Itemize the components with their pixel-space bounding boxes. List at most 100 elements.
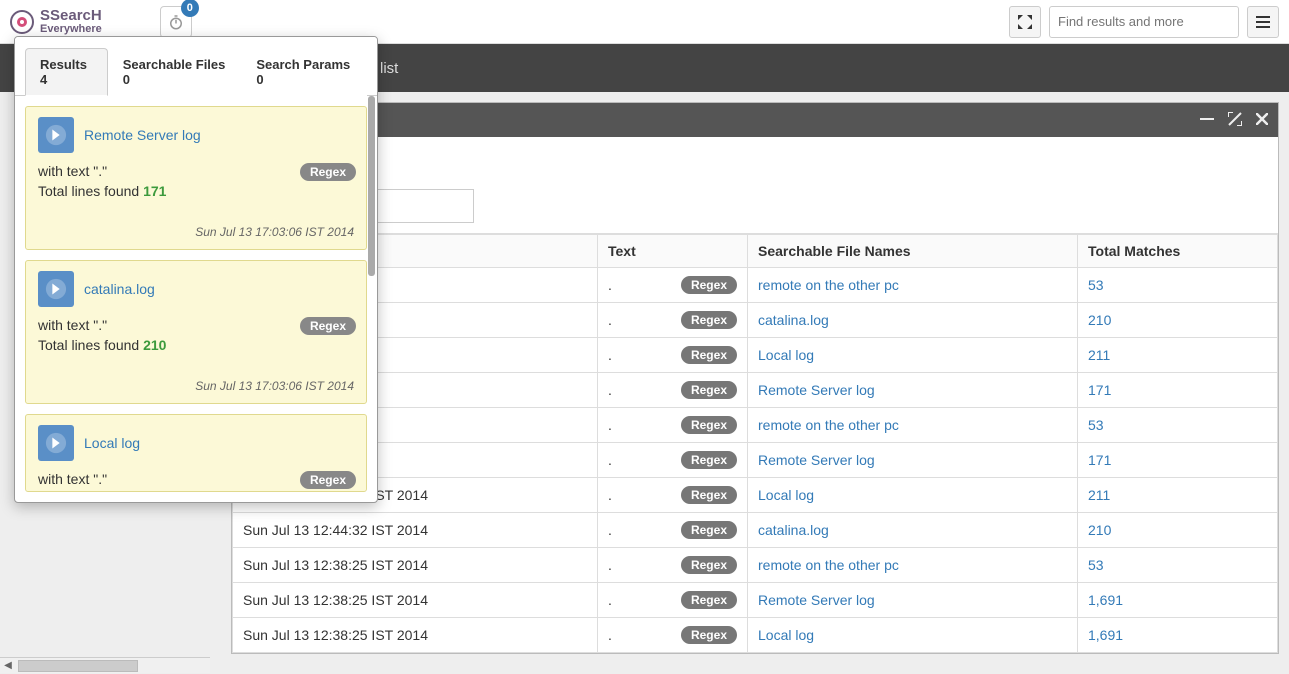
col-text[interactable]: Text bbox=[598, 235, 748, 268]
matches-link[interactable]: 171 bbox=[1088, 382, 1111, 398]
cell-file: remote on the other pc bbox=[748, 408, 1078, 443]
file-link[interactable]: catalina.log bbox=[758, 522, 829, 538]
menu-button[interactable] bbox=[1247, 6, 1279, 38]
results-panel: Filter results Text Searchable File Name… bbox=[231, 102, 1279, 654]
table-row[interactable]: 2014.Regexremote on the other pc53 bbox=[233, 408, 1278, 443]
table-row[interactable]: 2014.Regexremote on the other pc53 bbox=[233, 268, 1278, 303]
search-input[interactable] bbox=[1058, 14, 1234, 29]
cell-text: .Regex bbox=[598, 303, 748, 338]
result-title[interactable]: catalina.log bbox=[84, 281, 155, 297]
file-link[interactable]: Remote Server log bbox=[758, 452, 875, 468]
table-row[interactable]: Sun Jul 13 12:38:25 IST 2014.Regexremote… bbox=[233, 548, 1278, 583]
cell-text: .Regex bbox=[598, 408, 748, 443]
arrow-right-circle-icon bbox=[38, 117, 74, 153]
cell-file: Remote Server log bbox=[748, 443, 1078, 478]
maximize-button[interactable] bbox=[1228, 112, 1242, 129]
cell-text: .Regex bbox=[598, 338, 748, 373]
header-search[interactable] bbox=[1049, 6, 1239, 38]
matches-link[interactable]: 53 bbox=[1088, 557, 1104, 573]
timer-button[interactable]: 0 bbox=[160, 6, 192, 38]
dropdown-tab[interactable]: Results 4 bbox=[25, 48, 108, 96]
result-lines: Total lines found 171 bbox=[38, 183, 354, 199]
close-button[interactable] bbox=[1256, 112, 1268, 128]
cell-file: Local log bbox=[748, 618, 1078, 653]
expand-icon bbox=[1228, 112, 1242, 126]
file-link[interactable]: Remote Server log bbox=[758, 382, 875, 398]
cell-file: Local log bbox=[748, 478, 1078, 513]
matches-link[interactable]: 211 bbox=[1088, 347, 1110, 363]
file-link[interactable]: catalina.log bbox=[758, 312, 829, 328]
minimize-button[interactable] bbox=[1200, 112, 1214, 129]
horizontal-scrollbar[interactable]: ◀ bbox=[0, 657, 210, 673]
matches-link[interactable]: 210 bbox=[1088, 522, 1111, 538]
table-row[interactable]: Sun Jul 13 12:44:32 IST 2014.RegexLocal … bbox=[233, 478, 1278, 513]
dropdown-tab[interactable]: Searchable Files 0 bbox=[108, 48, 242, 96]
cell-matches: 53 bbox=[1078, 408, 1278, 443]
regex-badge: Regex bbox=[300, 317, 356, 335]
col-file[interactable]: Searchable File Names bbox=[748, 235, 1078, 268]
cell-file: Local log bbox=[748, 338, 1078, 373]
regex-badge: Regex bbox=[681, 626, 737, 644]
result-title[interactable]: Remote Server log bbox=[84, 127, 201, 143]
regex-badge: Regex bbox=[300, 471, 356, 489]
logo[interactable]: SSearcH Everywhere bbox=[10, 8, 102, 35]
matches-link[interactable]: 211 bbox=[1088, 487, 1110, 503]
file-link[interactable]: remote on the other pc bbox=[758, 277, 899, 293]
fullscreen-button[interactable] bbox=[1009, 6, 1041, 38]
cell-text: .Regex bbox=[598, 583, 748, 618]
table-row[interactable]: 2014.RegexRemote Server log171 bbox=[233, 443, 1278, 478]
regex-badge: Regex bbox=[681, 416, 737, 434]
matches-link[interactable]: 171 bbox=[1088, 452, 1111, 468]
table-row[interactable]: Sun Jul 13 12:38:25 IST 2014.RegexRemote… bbox=[233, 583, 1278, 618]
file-link[interactable]: remote on the other pc bbox=[758, 417, 899, 433]
logo-text-bottom: Everywhere bbox=[40, 23, 102, 35]
dropdown-tab[interactable]: Search Params 0 bbox=[241, 48, 367, 96]
cell-matches: 211 bbox=[1078, 478, 1278, 513]
cell-matches: 53 bbox=[1078, 268, 1278, 303]
cell-date: Sun Jul 13 12:38:25 IST 2014 bbox=[233, 618, 598, 653]
matches-link[interactable]: 210 bbox=[1088, 312, 1111, 328]
cell-file: catalina.log bbox=[748, 513, 1078, 548]
regex-badge: Regex bbox=[681, 556, 737, 574]
result-timestamp: Sun Jul 13 17:03:06 IST 2014 bbox=[38, 379, 354, 393]
matches-link[interactable]: 53 bbox=[1088, 417, 1104, 433]
table-row[interactable]: 2014.RegexLocal log211 bbox=[233, 338, 1278, 373]
regex-badge: Regex bbox=[681, 591, 737, 609]
file-link[interactable]: Local log bbox=[758, 627, 814, 643]
matches-link[interactable]: 1,691 bbox=[1088, 627, 1123, 643]
regex-badge: Regex bbox=[681, 451, 737, 469]
file-link[interactable]: Local log bbox=[758, 347, 814, 363]
cell-date: Sun Jul 13 12:38:25 IST 2014 bbox=[233, 548, 598, 583]
breadcrumb-item[interactable]: list bbox=[380, 60, 398, 77]
cell-matches: 211 bbox=[1078, 338, 1278, 373]
cell-text: .Regex bbox=[598, 373, 748, 408]
matches-link[interactable]: 1,691 bbox=[1088, 592, 1123, 608]
result-timestamp: Sun Jul 13 17:03:06 IST 2014 bbox=[38, 225, 354, 239]
regex-badge: Regex bbox=[681, 521, 737, 539]
col-matches[interactable]: Total Matches bbox=[1078, 235, 1278, 268]
result-card[interactable]: Local logwith text "."Regex bbox=[25, 414, 367, 492]
file-link[interactable]: Remote Server log bbox=[758, 592, 875, 608]
close-icon bbox=[1256, 113, 1268, 125]
dropdown-scrollbar-thumb[interactable] bbox=[368, 96, 375, 276]
matches-link[interactable]: 53 bbox=[1088, 277, 1104, 293]
result-card[interactable]: catalina.logwith text "."Total lines fou… bbox=[25, 260, 367, 404]
file-link[interactable]: remote on the other pc bbox=[758, 557, 899, 573]
cell-matches: 171 bbox=[1078, 443, 1278, 478]
table-row[interactable]: 2014.Regexcatalina.log210 bbox=[233, 303, 1278, 338]
file-link[interactable]: Local log bbox=[758, 487, 814, 503]
table-row[interactable]: 2014.RegexRemote Server log171 bbox=[233, 373, 1278, 408]
arrow-right-circle-icon bbox=[38, 271, 74, 307]
cell-text: .Regex bbox=[598, 513, 748, 548]
table-row[interactable]: Sun Jul 13 12:38:25 IST 2014.Regex Local … bbox=[233, 618, 1278, 653]
cell-matches: 53 bbox=[1078, 548, 1278, 583]
result-card[interactable]: Remote Server logwith text "."Total line… bbox=[25, 106, 367, 250]
scrollbar-thumb[interactable] bbox=[18, 660, 138, 672]
result-title[interactable]: Local log bbox=[84, 435, 140, 451]
table-row[interactable]: Sun Jul 13 12:44:32 IST 2014.Regexcatali… bbox=[233, 513, 1278, 548]
regex-badge: Regex bbox=[681, 346, 737, 364]
timer-badge: 0 bbox=[181, 0, 199, 17]
cell-text: .Regex bbox=[598, 618, 748, 653]
cell-matches: 1,691 bbox=[1078, 583, 1278, 618]
scroll-left-arrow[interactable]: ◀ bbox=[0, 658, 16, 674]
